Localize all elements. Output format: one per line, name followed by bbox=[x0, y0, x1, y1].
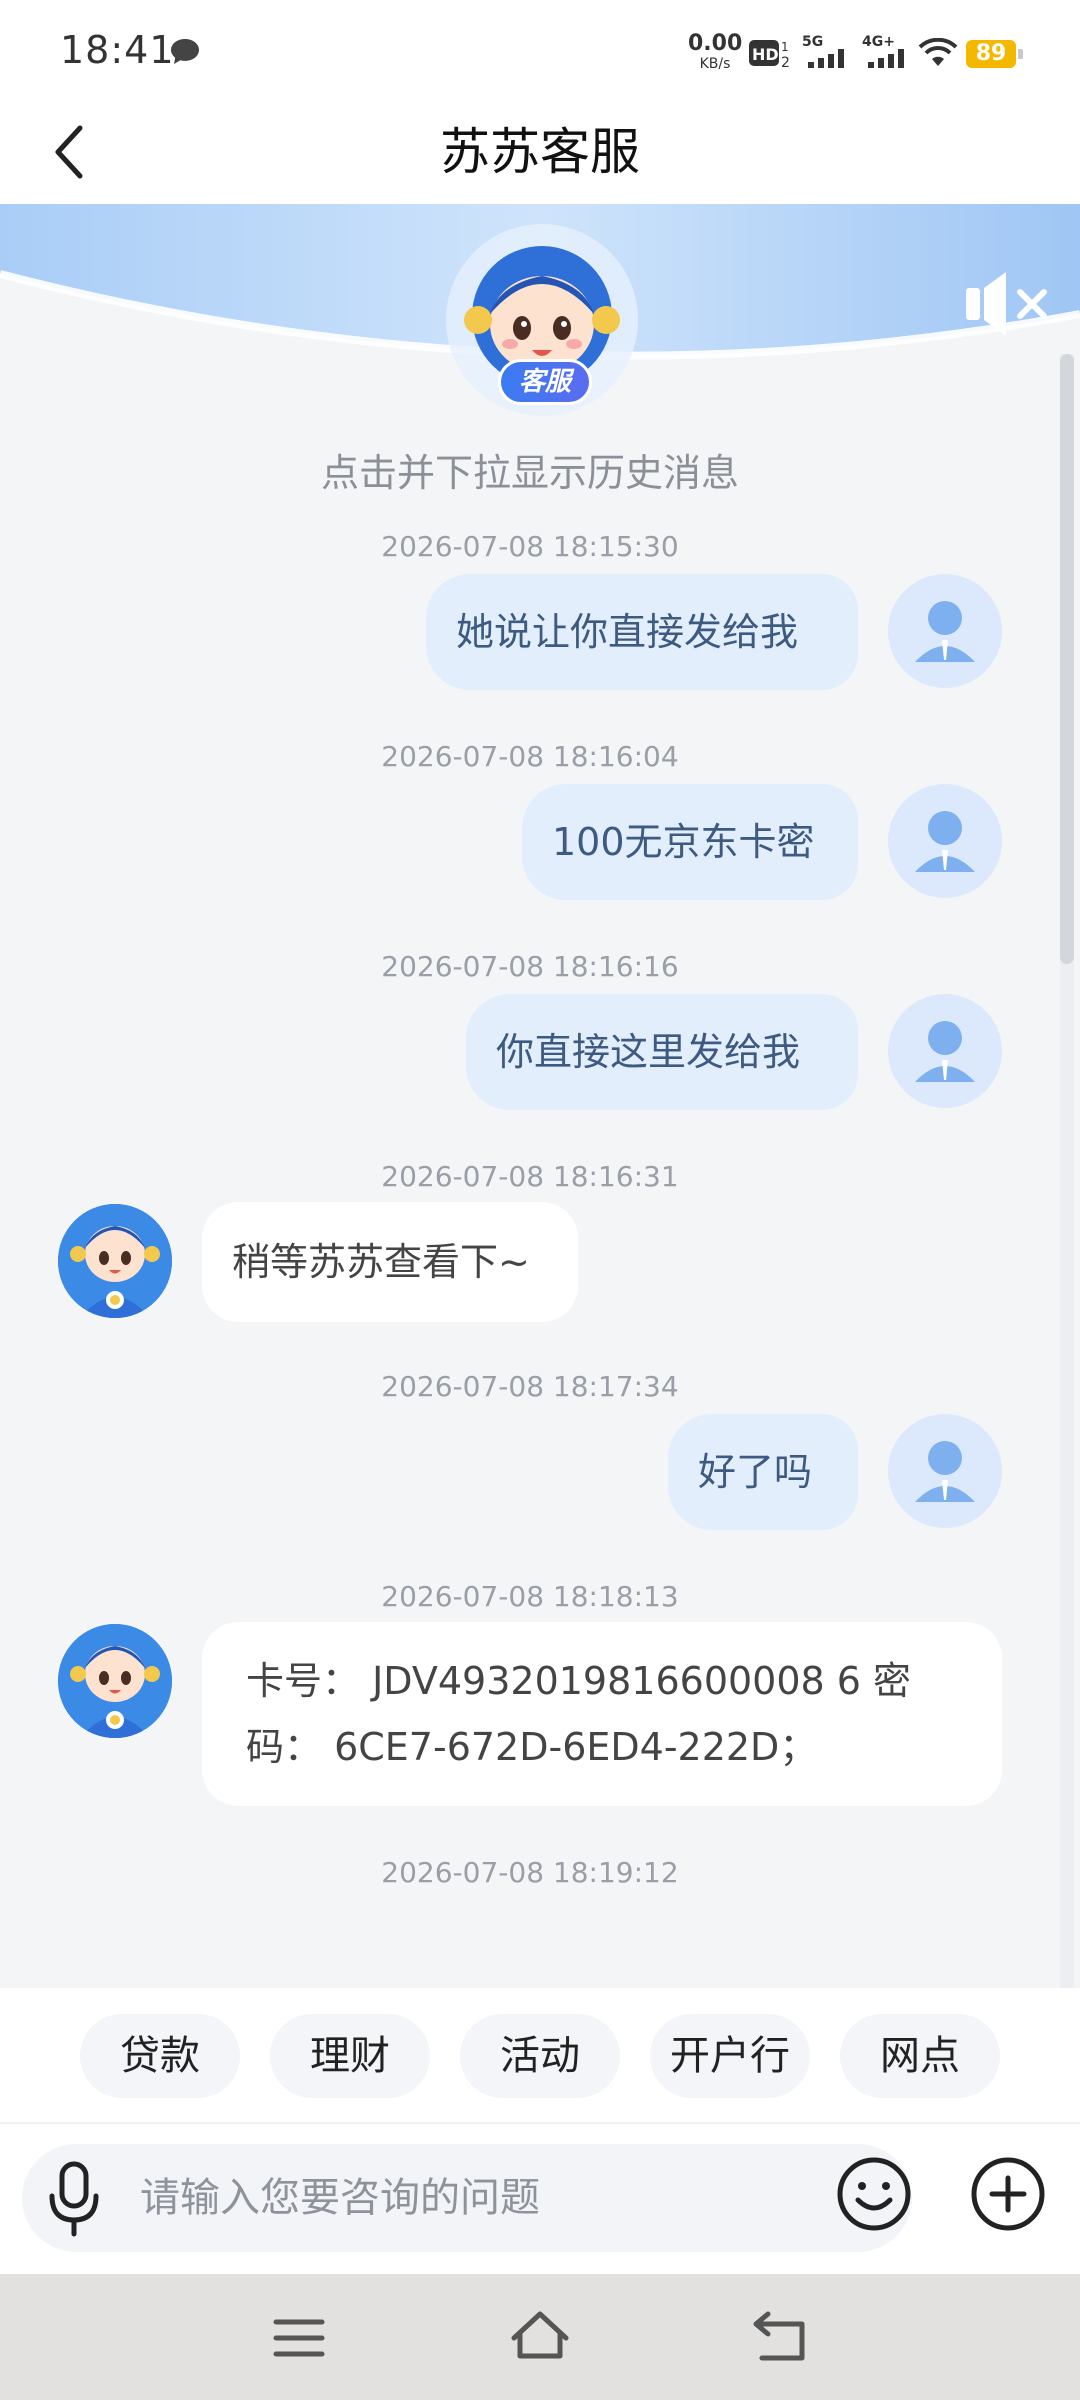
more-options-button[interactable] bbox=[968, 2154, 1048, 2234]
quick-reply-wealth[interactable]: 理财 bbox=[270, 2014, 430, 2098]
signal-5g-icon: 5G bbox=[802, 34, 844, 68]
svg-text:HD: HD bbox=[752, 45, 779, 64]
page-title: 苏苏客服 bbox=[440, 123, 640, 181]
system-back-button[interactable] bbox=[748, 2304, 812, 2368]
svg-text:2: 2 bbox=[781, 55, 790, 70]
battery-indicator: 89 bbox=[966, 40, 1023, 68]
user-silhouette-icon bbox=[915, 1021, 975, 1082]
svg-text:5G: 5G bbox=[802, 34, 823, 50]
user-avatar bbox=[888, 574, 1002, 688]
user-message-bubble[interactable]: 你直接这里发给我 bbox=[466, 994, 858, 1110]
quick-reply-activity[interactable]: 活动 bbox=[460, 2014, 620, 2098]
question-input[interactable] bbox=[140, 2162, 800, 2234]
card-password-line: 码： 6CE7-672D-6ED4-222D； bbox=[246, 1725, 818, 1769]
message-timestamp: 2026-07-08 18:16:04 bbox=[381, 740, 679, 773]
smiley-icon bbox=[837, 2157, 911, 2231]
user-message-bubble[interactable]: 她说让你直接发给我 bbox=[426, 574, 858, 690]
system-navigation-bar bbox=[0, 2274, 1080, 2400]
message-timestamp: 2026-07-08 18:18:13 bbox=[381, 1580, 679, 1613]
message-timestamp: 2026-07-08 18:19:12 bbox=[381, 1856, 679, 1889]
svg-text:1: 1 bbox=[781, 40, 789, 54]
svg-text:4G+: 4G+ bbox=[862, 34, 895, 50]
user-avatar bbox=[888, 1414, 1002, 1528]
message-timestamp: 2026-07-08 18:16:31 bbox=[381, 1160, 679, 1193]
user-silhouette-icon bbox=[915, 601, 975, 662]
user-avatar bbox=[888, 784, 1002, 898]
nav-header: 苏苏客服 bbox=[0, 100, 1080, 204]
network-speed-value: 0.00 bbox=[688, 31, 743, 56]
message-timestamp: 2026-07-08 18:16:16 bbox=[381, 950, 679, 983]
user-message-bubble[interactable]: 100无京东卡密 bbox=[522, 784, 858, 900]
microphone-icon bbox=[49, 2161, 99, 2237]
network-speed-unit: KB/s bbox=[699, 56, 731, 72]
agent-avatar bbox=[58, 1204, 172, 1318]
agent-message-bubble[interactable]: 稍等苏苏查看下~ bbox=[202, 1202, 578, 1322]
menu-icon bbox=[273, 2319, 325, 2357]
chat-bubble-icon bbox=[171, 39, 199, 64]
chat-area[interactable]: 客服 点击并下拉显示历史消息 2026-07-08 18:15:30 她说让你直… bbox=[0, 204, 1080, 1988]
hd-voice-icon: HD 1 2 bbox=[749, 40, 790, 70]
agent-avatar bbox=[58, 1624, 172, 1738]
speaker-muted-icon bbox=[966, 272, 1006, 336]
quick-reply-loan[interactable]: 贷款 bbox=[80, 2014, 240, 2098]
history-hint[interactable]: 点击并下拉显示历史消息 bbox=[0, 442, 1060, 497]
input-bar bbox=[0, 2124, 1080, 2274]
scrollbar-thumb[interactable] bbox=[1060, 354, 1074, 964]
emoji-button[interactable] bbox=[834, 2154, 914, 2234]
quick-reply-bar: 贷款 理财 活动 开户行 网点 bbox=[0, 1988, 1080, 2124]
home-button[interactable] bbox=[508, 2304, 572, 2368]
user-silhouette-icon bbox=[915, 1441, 975, 1502]
service-badge: 客服 bbox=[498, 359, 592, 405]
user-silhouette-icon bbox=[915, 811, 975, 872]
message-timestamp: 2026-07-08 18:17:34 bbox=[381, 1370, 679, 1403]
microphone-button[interactable] bbox=[40, 2158, 108, 2238]
quick-reply-outlets[interactable]: 网点 bbox=[840, 2014, 1000, 2098]
agent-message-bubble[interactable]: 卡号： JDV4932019816600008 6 密 码： 6CE7-672D… bbox=[202, 1622, 1002, 1806]
user-avatar bbox=[888, 994, 1002, 1108]
status-time: 18:41 bbox=[60, 28, 175, 72]
message-timestamp: 2026-07-08 18:15:30 bbox=[381, 530, 679, 563]
wifi-icon bbox=[918, 38, 958, 66]
network-speed: 0.00 KB/s bbox=[688, 31, 743, 74]
mascot-icon bbox=[58, 1624, 172, 1738]
user-message-bubble[interactable]: 好了吗 bbox=[668, 1414, 858, 1530]
mute-button[interactable] bbox=[960, 264, 1056, 344]
home-icon bbox=[511, 2311, 569, 2359]
signal-4g-icon: 4G+ bbox=[862, 34, 904, 68]
card-number-line: 卡号： JDV4932019816600008 6 密 bbox=[246, 1659, 912, 1703]
quick-reply-branch-bank[interactable]: 开户行 bbox=[650, 2014, 810, 2098]
recent-apps-button[interactable] bbox=[268, 2308, 330, 2368]
mascot-icon bbox=[58, 1204, 172, 1318]
status-bar: 18:41 0.00 KB/s HD 1 2 5G 4G+ 89 bbox=[0, 0, 1080, 100]
return-arrow-icon bbox=[753, 2311, 805, 2361]
plus-circle-icon bbox=[971, 2157, 1045, 2231]
